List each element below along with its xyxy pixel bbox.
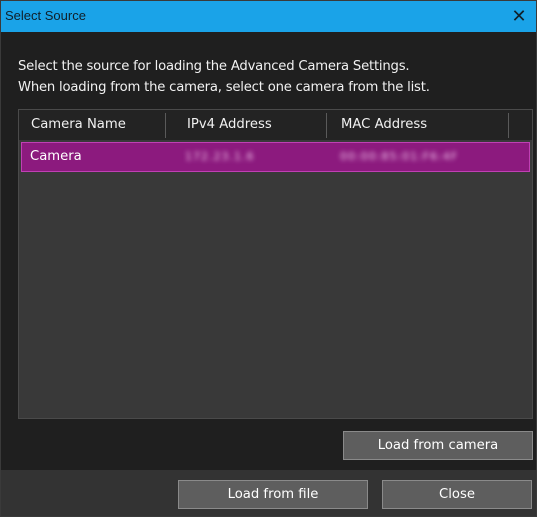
title-bar[interactable]: Select Source ✕ xyxy=(1,1,536,32)
instruction-line-1: Select the source for loading the Advanc… xyxy=(18,59,410,74)
close-icon[interactable]: ✕ xyxy=(502,1,536,32)
select-source-dialog: Select Source ✕ Select the source for lo… xyxy=(0,0,537,517)
table-row[interactable]: Camera 172.23.1.6 00:00:85:01:F6:4F xyxy=(21,142,530,172)
mac-address-cell: 00:00:85:01:F6:4F xyxy=(340,150,459,163)
column-separator[interactable] xyxy=(165,113,166,138)
instruction-line-2: When loading from the camera, select one… xyxy=(18,80,430,95)
ipv4-address-cell: 172.23.1.6 xyxy=(185,150,255,163)
column-header-camera-name[interactable]: Camera Name xyxy=(31,110,126,140)
camera-list-header: Camera Name IPv4 Address MAC Address xyxy=(19,110,532,140)
column-header-ipv4-address[interactable]: IPv4 Address xyxy=(187,110,272,140)
window-title: Select Source xyxy=(5,8,86,23)
column-separator[interactable] xyxy=(508,113,509,138)
load-from-file-button[interactable]: Load from file xyxy=(178,480,368,509)
column-separator[interactable] xyxy=(326,113,327,138)
camera-name-cell: Camera xyxy=(30,149,82,164)
camera-list[interactable]: Camera Name IPv4 Address MAC Address Cam… xyxy=(18,109,533,419)
column-header-mac-address[interactable]: MAC Address xyxy=(341,110,427,140)
load-from-camera-button[interactable]: Load from camera xyxy=(343,431,533,460)
close-button[interactable]: Close xyxy=(382,480,532,509)
